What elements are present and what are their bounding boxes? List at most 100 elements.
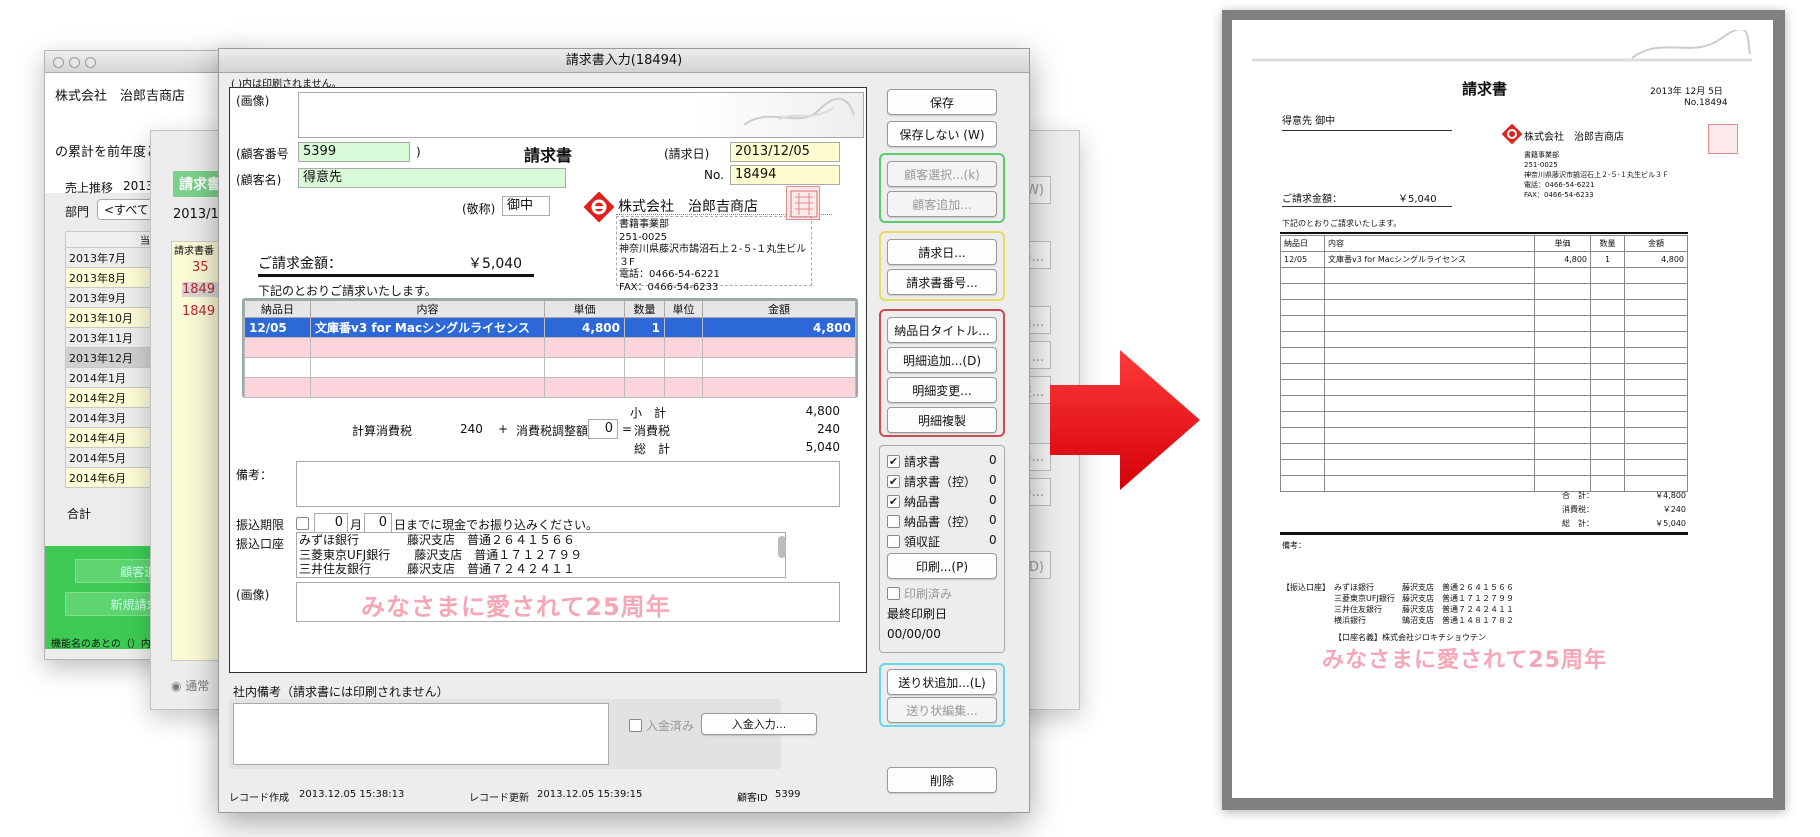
cell-date: 12/05 [244,317,311,338]
company-zip: 251-0025 [619,231,668,243]
list-item[interactable]: 35 [192,260,209,275]
list-item[interactable]: 1849 [182,282,222,297]
radio-normal[interactable]: ◉ 通常 [171,677,209,694]
bank-field[interactable]: みずほ銀行 藤沢支店 普通２６４１５６６ 三菱東京UFJ銀行 藤沢支店 普通１７… [296,532,786,578]
tax-adjust-field[interactable]: 0 [588,419,618,439]
print-button[interactable]: 印刷...(P) [887,553,997,579]
table-row [1280,299,1688,316]
deadline-checkbox[interactable] [296,517,309,530]
col-unit[interactable]: 単位 [664,300,703,318]
doc-company-address: 書籍事業部 251-0025 神奈川県藤沢市鵠沼石上２-５-１丸生ビル３Ｆ 電話… [1524,150,1669,200]
doc-title: 請求書 [1462,80,1508,98]
invoice-date-field[interactable]: 2013/12/05 [730,142,840,162]
doc-cell-content: 文庫番v3 for Macシングルライセンス [1324,251,1535,268]
amount-underline [258,274,534,277]
honorific-field[interactable]: 御中 [502,196,550,216]
header-image-field[interactable] [298,92,864,138]
copy-detail-button[interactable]: 明細複製 [887,407,997,433]
table-row[interactable] [244,357,856,378]
doc-cell-qty: 1 [1590,251,1625,268]
minimize-button[interactable] [69,57,80,68]
created-value: 2013.12.05 15:38:13 [299,789,405,800]
doc-zip: 251-0025 [1524,161,1558,169]
print-count: 0 [989,533,997,547]
greeting-text: 下記のとおりご請求いたします。 [258,284,437,298]
doc-bank-name: みずほ銀行 [1334,583,1374,592]
total-label: 合計 [67,507,92,521]
invoice-no-field[interactable]: 18494 [730,165,840,185]
doc-anniversary-text: みなさまに愛されて25周年 [1322,648,1607,673]
print-count: 0 [989,513,997,527]
doc-fax: FAX：0466-54-6233 [1524,191,1594,199]
customer-name-field[interactable]: 得意先 [298,168,566,188]
tax-calc-value: 240 [460,422,483,436]
company-logo-icon [584,192,614,222]
add-detail-button[interactable]: 明細追加...(D) [887,347,997,373]
dept-select[interactable]: <すべて [97,199,156,220]
zoom-button[interactable] [85,57,96,68]
bank-scrollbar[interactable] [778,536,786,558]
doc-col: 単価 [1534,235,1591,252]
table-row [1280,379,1688,396]
print-option-invoice[interactable]: ✔ 請求書 [887,453,940,470]
col-qty[interactable]: 数量 [624,300,665,318]
doc-tel: 電話：0466-54-6221 [1524,181,1595,189]
table-row[interactable] [244,377,856,398]
doc-col: 金額 [1624,235,1688,252]
print-option-label: 納品書（控） [904,515,977,529]
print-option-delivery[interactable]: ✔ 納品書 [887,493,940,510]
edit-label-button[interactable]: 送り状編集... [887,697,997,723]
col-content[interactable]: 内容 [310,300,545,318]
doc-bank-acct: 普通７２４２４１１ [1442,605,1514,614]
updated-value: 2013.12.05 15:39:15 [537,789,643,800]
cell-unit [664,317,703,338]
col-amount[interactable]: 金額 [702,300,856,318]
print-option-receipt[interactable]: 領収証 [887,533,940,550]
nosave-button[interactable]: 保存しない (W) [887,121,997,147]
save-button[interactable]: 保存 [887,89,997,115]
doc-amount-label: ご請求金額： [1282,194,1342,205]
doc-company: 株式会社 治郎吉商店 [1524,132,1624,143]
close-button[interactable] [53,57,64,68]
printed-checkbox[interactable]: 印刷済み [887,585,952,602]
add-label-button[interactable]: 送り状追加...(L) [887,669,997,695]
printed-label: 印刷済み [904,587,953,601]
doc-greeting: 下記のとおりご請求いたします。 [1282,219,1402,228]
doc-bank-branch: 鵠沼支店 [1402,616,1434,625]
table-row[interactable] [244,337,856,358]
deadline-month-field[interactable]: 0 [314,513,348,533]
doc-cell-amount: 4,800 [1624,251,1688,268]
deadline-day-field[interactable]: 0 [364,513,392,533]
bank-label: 振込口座 [236,537,285,551]
anniversary-text: みなさまに愛されて25周年 [361,593,671,621]
list-item[interactable]: 1849 [182,304,215,319]
remarks-field[interactable] [296,461,840,507]
company-dept: 書籍事業部 [619,219,669,230]
customer-no-field[interactable]: 5399 [298,142,410,162]
invoice-number-button[interactable]: 請求書番号... [887,269,997,295]
customer-name-label: (顧客名) [236,173,282,187]
delete-button[interactable]: 削除 [887,767,997,793]
amount-label: ご請求金額： [258,256,342,272]
table-row: 12/05 文庫番v3 for Macシングルライセンス 4,800 1 4,8… [1280,251,1688,268]
customer-add-button[interactable]: 顧客追加... [887,191,997,217]
invoice-date-button[interactable]: 請求日... [887,239,997,265]
col-delivery-date[interactable]: 納品日 [244,300,311,318]
col-price[interactable]: 単価 [544,300,625,318]
footer-image-field[interactable]: みなさまに愛されて25周年 [296,582,840,622]
paid-checkbox[interactable]: 入金済み [629,717,694,734]
company-seal-icon [786,186,820,220]
company-address-block[interactable]: 書籍事業部 251-0025 神奈川県藤沢市鵠沼石上２-５-１丸生ビル３F 電話… [616,216,812,293]
print-option-invoice-copy[interactable]: ✔ 請求書（控） [887,473,976,490]
detail-table: 納品日 内容 単価 数量 単位 金額 12/05 文庫番v3 for Macシン… [244,300,856,398]
print-option-delivery-copy[interactable]: 納品書（控） [887,513,976,530]
amount-value: ￥5,040 [468,256,523,272]
table-row[interactable]: 12/05 文庫番v3 for Macシングルライセンス 4,800 1 4,8… [244,317,856,338]
tax-calc-label: 計算消費税 [352,424,413,438]
payment-entry-button[interactable]: 入金入力... [701,713,817,735]
internal-note-field[interactable] [233,703,609,765]
doc-bank-branch: 藤沢支店 [1402,605,1434,614]
delivery-title-button[interactable]: 納品日タイトル... [887,317,997,343]
customer-select-button[interactable]: 顧客選択...(k) [887,161,997,187]
change-detail-button[interactable]: 明細変更... [887,377,997,403]
